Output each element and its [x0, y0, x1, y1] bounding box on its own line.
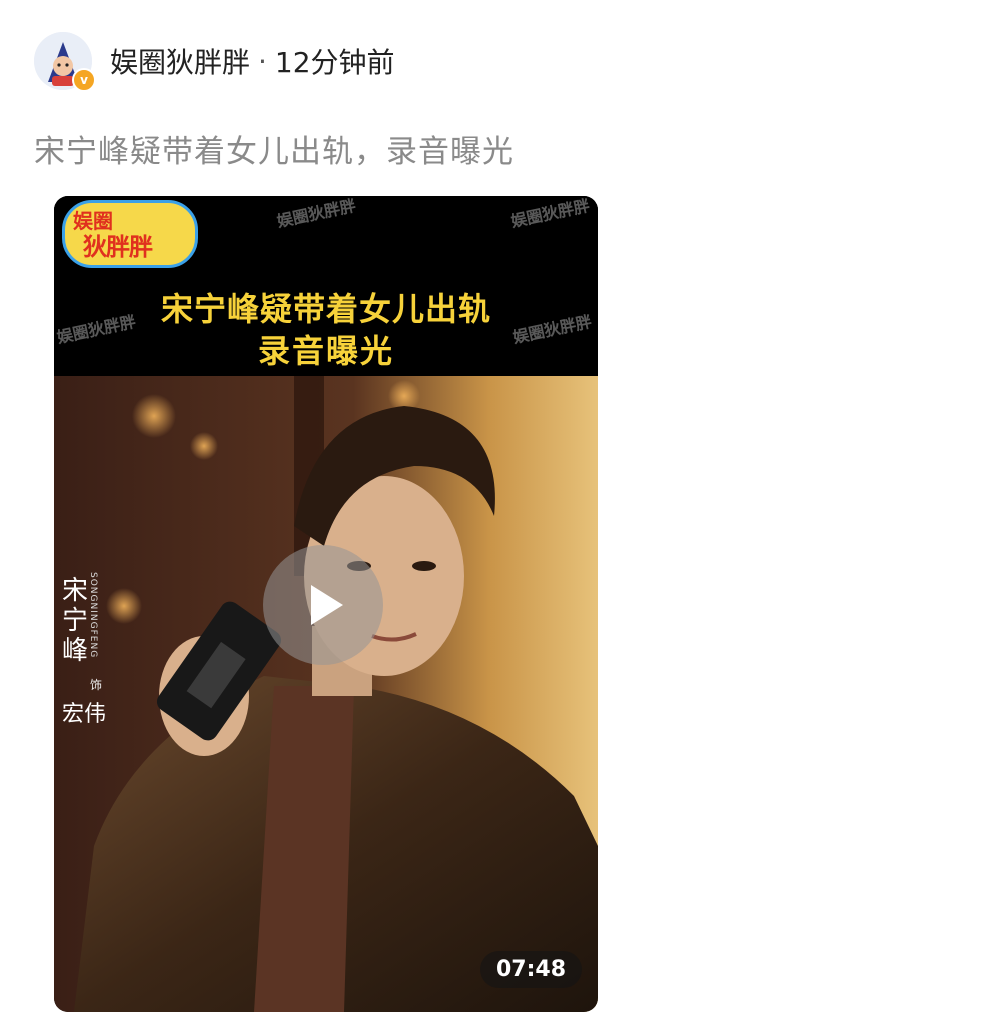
video-player[interactable]: 娱圈 狄胖胖 娱圈狄胖胖 娱圈狄胖胖 娱圈狄胖胖 娱圈狄胖胖 宋宁峰疑带着女儿出… [54, 196, 598, 1012]
video-title-line-2: 录音曝光 [257, 332, 394, 370]
play-button[interactable] [263, 545, 383, 665]
role-as-label: 饰 [90, 678, 103, 692]
post-header: v 娱圈狄胖胖 · 12分钟前 [34, 30, 395, 92]
post-time: 12分钟前 [274, 46, 395, 79]
author-name[interactable]: 娱圈狄胖胖 [110, 41, 250, 81]
post-meta: 娱圈狄胖胖 · 12分钟前 [110, 41, 395, 81]
role-actor-name: 宋宁峰 [61, 576, 88, 666]
meta-separator: · [258, 44, 267, 78]
watermark: 娱圈狄胖胖 [509, 196, 592, 232]
logo-text-bottom: 狄胖胖 [83, 233, 153, 261]
video-title-banner: 娱圈 狄胖胖 娱圈狄胖胖 娱圈狄胖胖 娱圈狄胖胖 娱圈狄胖胖 宋宁峰疑带着女儿出… [54, 196, 598, 376]
play-icon [311, 585, 343, 625]
post-caption: 宋宁峰疑带着女儿出轨，录音曝光 [34, 134, 514, 170]
video-title-line-1: 宋宁峰疑带着女儿出轨 [160, 290, 491, 328]
video-thumbnail: 宋宁峰 SONGNINGFENG 饰 宏伟 [54, 376, 598, 1012]
thumbnail-scene [54, 376, 598, 1012]
role-character-name: 宏伟 [62, 702, 107, 727]
verified-badge-icon: v [72, 68, 96, 92]
watermark: 娱圈狄胖胖 [275, 196, 358, 232]
role-actor-pinyin: SONGNINGFENG [88, 572, 98, 659]
channel-logo: 娱圈 狄胖胖 [62, 200, 198, 268]
video-duration-badge: 07:48 [479, 951, 582, 988]
author-avatar[interactable]: v [34, 32, 96, 92]
